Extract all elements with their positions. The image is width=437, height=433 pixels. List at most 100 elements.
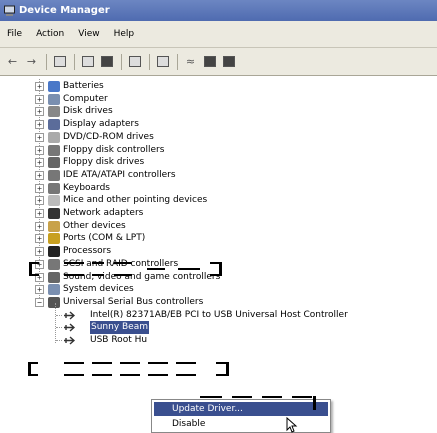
expand-icon[interactable]: + [35, 145, 44, 155]
tree-category-row[interactable]: + Other devices [0, 220, 437, 233]
tree-device-label: Intel(R) 82371AB/EB PCI to USB Universal… [90, 309, 348, 320]
tree-category-label: Disk drives [63, 106, 113, 117]
port-icon [48, 233, 60, 245]
expand-icon[interactable]: + [35, 234, 44, 244]
tree-device-row[interactable]: Sunny Beam [0, 321, 437, 335]
system-devices-icon [48, 284, 60, 296]
annotation-dash [28, 362, 38, 364]
expand-icon[interactable]: + [35, 285, 44, 295]
annotation-dash [29, 274, 39, 276]
annotation-dash [216, 362, 228, 364]
menu-help[interactable]: Help [114, 29, 135, 39]
disable-icon[interactable] [220, 53, 237, 70]
annotation-dash [176, 362, 196, 364]
usb-icon [63, 310, 76, 321]
tree-category-row[interactable]: + IDE ATA/ATAPI controllers [0, 169, 437, 182]
tree-category-label: Sound, video and game controllers [63, 271, 221, 282]
annotation-dash [232, 396, 252, 398]
expand-icon[interactable]: + [35, 107, 44, 117]
annotation-dash [64, 274, 84, 276]
tree-category-row[interactable]: + Ports (COM & LPT) [0, 232, 437, 245]
annotation-dash [292, 396, 312, 398]
tree-device-label: Sunny Beam [90, 321, 150, 335]
collapse-icon[interactable]: − [35, 297, 44, 307]
annotation-dash [147, 268, 165, 270]
properties-icon[interactable] [79, 53, 96, 70]
tree-category-row[interactable]: + Mice and other pointing devices [0, 194, 437, 207]
ide-controller-icon [48, 169, 60, 181]
tree-category-row[interactable]: + Processors [0, 245, 437, 258]
tree-device-row[interactable]: USB Root Hu [0, 334, 437, 347]
back-arrow-icon[interactable]: ← [4, 53, 21, 70]
help-icon[interactable] [126, 53, 143, 70]
tree-device-row[interactable]: Intel(R) 82371AB/EB PCI to USB Universal… [0, 309, 437, 322]
scan-hardware-icon[interactable] [154, 53, 171, 70]
expand-icon[interactable]: + [35, 221, 44, 231]
update-driver-icon[interactable]: ≈ [182, 53, 199, 70]
annotation-dash [114, 274, 132, 276]
tree-connector-line [56, 340, 62, 341]
annotation-dash [64, 374, 84, 376]
tree-category-row[interactable]: + Floppy disk drives [0, 156, 437, 169]
other-devices-icon [48, 220, 60, 232]
annotation-dash [120, 362, 140, 364]
tree-category-label: Computer [63, 93, 108, 104]
processor-icon [48, 246, 60, 258]
device-tree[interactable]: + Batteries + Computer + Disk drives + Display … [0, 79, 437, 433]
expand-icon[interactable]: + [35, 247, 44, 257]
annotation-dash [92, 262, 104, 264]
toolbar: ← → ≈ [0, 48, 437, 76]
annotation-dash [92, 274, 104, 276]
tree-category-row[interactable]: + Network adapters [0, 207, 437, 220]
tree-category-label: Ports (COM & LPT) [63, 233, 146, 244]
expand-icon[interactable]: + [35, 82, 44, 91]
expand-icon[interactable]: + [35, 94, 44, 104]
tree-category-label: System devices [63, 284, 134, 295]
title-bar: Device Manager [0, 0, 437, 21]
tree-category-row[interactable]: + DVD/CD-ROM drives [0, 131, 437, 144]
annotation-dash [92, 374, 112, 376]
tree-category-row[interactable]: + Disk drives [0, 105, 437, 118]
uninstall-icon[interactable] [201, 53, 218, 70]
expand-icon[interactable]: + [35, 132, 44, 142]
menu-action[interactable]: Action [36, 29, 64, 39]
menu-item-disable[interactable]: Disable [154, 417, 328, 431]
expand-icon[interactable]: + [35, 183, 44, 193]
sound-icon [48, 271, 60, 283]
tree-category-row[interactable]: + System devices [0, 283, 437, 296]
mouse-cursor-icon [286, 417, 298, 433]
usb-icon [63, 322, 76, 333]
tree-device-label: USB Root Hu [90, 335, 148, 345]
tree-connector-line [56, 327, 62, 329]
usb-icon [48, 296, 60, 308]
show-hide-tree-icon[interactable] [51, 53, 68, 70]
expand-icon[interactable]: + [35, 196, 44, 206]
display-adapter-icon [48, 119, 60, 131]
expand-icon[interactable]: + [35, 209, 44, 218]
toolbar-separator [46, 53, 47, 70]
tree-category-row[interactable]: − Universal Serial Bus controllers [0, 296, 437, 309]
menu-view[interactable]: View [78, 29, 99, 39]
tree-category-row[interactable]: + Batteries [0, 80, 437, 93]
menu-item-update-driver[interactable]: Update Driver... [154, 402, 328, 416]
tree-category-row[interactable]: + Display adapters [0, 118, 437, 131]
tree-category-label: Universal Serial Bus controllers [63, 296, 204, 307]
annotation-dash [29, 262, 39, 264]
toolbar-separator [121, 53, 122, 70]
mouse-icon [48, 195, 60, 207]
expand-icon[interactable]: + [35, 158, 44, 168]
expand-icon[interactable]: + [35, 120, 44, 130]
keyboard-icon [48, 182, 60, 194]
print-icon[interactable] [98, 53, 115, 70]
menu-file[interactable]: File [7, 29, 22, 39]
tree-category-row[interactable]: + Computer [0, 93, 437, 106]
annotation-dash [64, 262, 84, 264]
tree-category-label: IDE ATA/ATAPI controllers [63, 169, 176, 180]
forward-arrow-icon[interactable]: → [23, 53, 40, 70]
tree-category-row[interactable]: + Keyboards [0, 182, 437, 195]
tree-category-row[interactable]: + Floppy disk controllers [0, 144, 437, 157]
tree-category-label: Mice and other pointing devices [63, 195, 208, 206]
annotation-dash [92, 362, 112, 364]
expand-icon[interactable]: + [35, 170, 44, 180]
annotation-dash [200, 396, 222, 398]
